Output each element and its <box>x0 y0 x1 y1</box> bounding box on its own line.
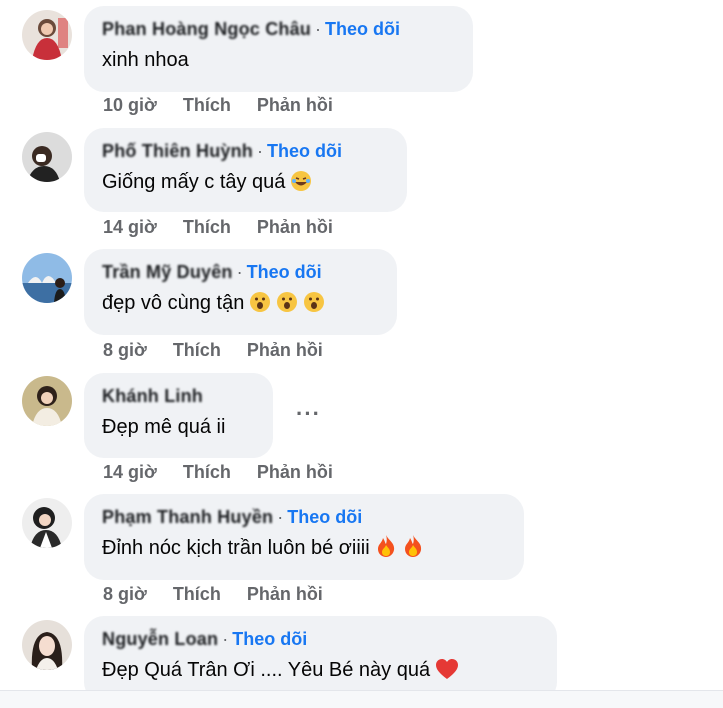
comment-bubble: Phố Thiên Huỳnh · Theo dõi Giống mấy c tây… <box>84 128 407 212</box>
follow-button[interactable]: Theo dõi <box>267 141 342 161</box>
timestamp[interactable]: 14 giờ <box>103 462 157 482</box>
comment-bubble: Phạm Thanh Huyền · Theo dõi Đỉnh nóc kịch … <box>84 494 524 580</box>
comment-text: Đẹp Quá Trân Ơi .... Yêu Bé này quá <box>102 659 431 681</box>
fire-emoji-icon <box>402 534 424 566</box>
fire-emoji-icon <box>375 534 397 566</box>
follow-button[interactable]: Theo dõi <box>247 262 322 282</box>
comment-text: Giống mấy c tây quá <box>102 171 286 193</box>
reply-button[interactable]: Phản hồi <box>257 95 333 115</box>
more-options-icon[interactable]: ··· <box>296 401 321 427</box>
like-button[interactable]: Thích <box>183 217 231 237</box>
comment-bubble: Phan Hoàng Ngọc Châu · Theo dõi xinh nhoa <box>84 6 473 92</box>
like-button[interactable]: Thích <box>173 340 221 360</box>
avatar[interactable] <box>22 498 72 548</box>
comment-bubble: Trần Mỹ Duyên · Theo dõi đẹp vô cùng tận <box>84 249 397 335</box>
comment-text: Đẹp mê quá ii <box>102 416 226 438</box>
page-bottom-edge <box>0 690 723 708</box>
commenter-name[interactable]: Phạm Thanh Huyền <box>102 507 273 527</box>
reply-button[interactable]: Phản hồi <box>257 462 333 482</box>
avatar[interactable] <box>22 253 72 303</box>
follow-button[interactable]: Theo dõi <box>325 19 400 39</box>
red-heart-emoji-icon <box>435 658 459 688</box>
avatar[interactable] <box>22 376 72 426</box>
wow-emoji-icon <box>303 291 325 321</box>
reply-button[interactable]: Phản hồi <box>257 217 333 237</box>
commenter-name[interactable]: Phố Thiên Huỳnh <box>102 141 253 161</box>
timestamp[interactable]: 14 giờ <box>103 217 157 237</box>
comment-actions: 8 giờ Thích Phản hồi <box>103 584 349 605</box>
commenter-name[interactable]: Phan Hoàng Ngọc Châu <box>102 19 311 39</box>
like-button[interactable]: Thích <box>173 584 221 604</box>
comment-actions: 10 giờ Thích Phản hồi <box>103 95 359 116</box>
commenter-name[interactable]: Trần Mỹ Duyên <box>102 262 233 282</box>
wow-emoji-icon <box>276 291 298 321</box>
comment-actions: 14 giờ Thích Phản hồi <box>103 462 359 483</box>
comment-text: Đỉnh nóc kịch trần luôn bé ơiiii <box>102 537 370 559</box>
reply-button[interactable]: Phản hồi <box>247 340 323 360</box>
timestamp[interactable]: 10 giờ <box>103 95 157 115</box>
reply-button[interactable]: Phản hồi <box>247 584 323 604</box>
timestamp[interactable]: 8 giờ <box>103 340 147 360</box>
avatar[interactable] <box>22 620 72 670</box>
comment-actions: 14 giờ Thích Phản hồi <box>103 217 359 238</box>
like-button[interactable]: Thích <box>183 95 231 115</box>
comment-text: xinh nhoa <box>102 49 189 71</box>
comment-actions: 8 giờ Thích Phản hồi <box>103 340 349 361</box>
follow-button[interactable]: Theo dõi <box>287 507 362 527</box>
comment-text: đẹp vô cùng tận <box>102 292 245 314</box>
comment-bubble: Khánh Linh Đẹp mê quá ii <box>84 373 273 458</box>
timestamp[interactable]: 8 giờ <box>103 584 147 604</box>
avatar[interactable] <box>22 10 72 60</box>
commenter-name[interactable]: Nguyễn Loan <box>102 629 218 649</box>
laughing-tears-emoji-icon <box>290 170 312 200</box>
wow-emoji-icon <box>249 291 271 321</box>
follow-button[interactable]: Theo dõi <box>232 629 307 649</box>
avatar[interactable] <box>22 132 72 182</box>
commenter-name[interactable]: Khánh Linh <box>102 386 203 406</box>
like-button[interactable]: Thích <box>183 462 231 482</box>
